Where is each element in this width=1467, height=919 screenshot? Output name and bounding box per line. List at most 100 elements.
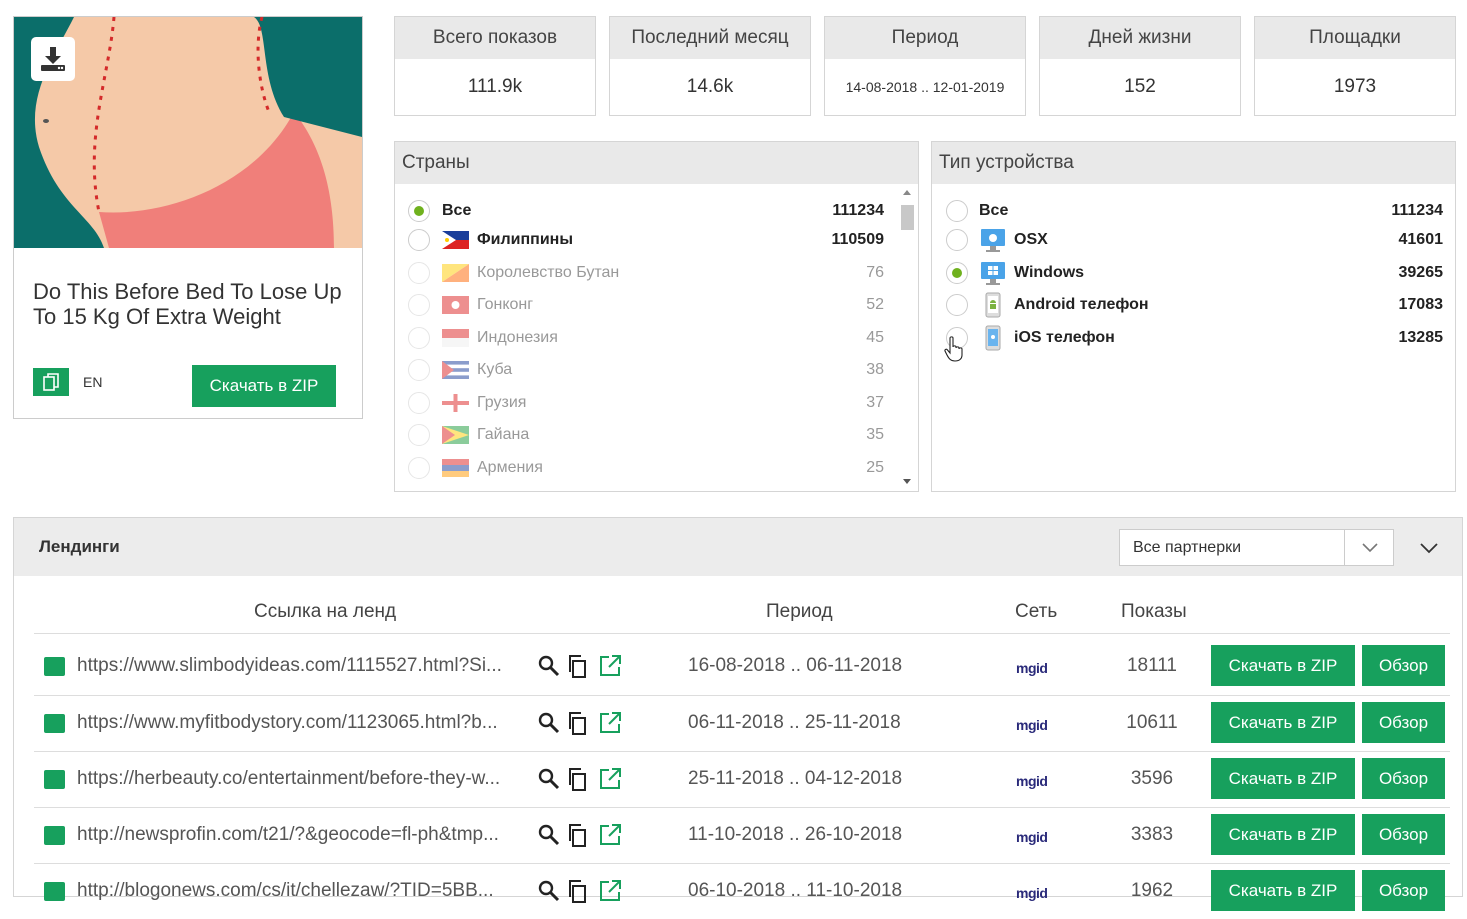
download-zip-button[interactable]: Скачать в ZIP xyxy=(1211,645,1355,686)
image-icon[interactable] xyxy=(44,770,65,789)
search-icon[interactable] xyxy=(537,823,561,847)
radio-button[interactable] xyxy=(946,229,968,251)
device-item-all[interactable]: Все 111234 xyxy=(932,197,1455,225)
radio-button[interactable] xyxy=(408,392,430,414)
review-button[interactable]: Обзор xyxy=(1362,645,1445,686)
country-item-bhutan[interactable]: Королевство Бутан 76 xyxy=(395,259,918,287)
country-count: 45 xyxy=(866,329,884,346)
country-count: 76 xyxy=(866,264,884,281)
countries-title: Страны xyxy=(395,142,918,184)
landing-url[interactable]: https://www.slimbodyideas.com/1115527.ht… xyxy=(77,655,532,677)
external-link-icon[interactable] xyxy=(598,879,622,903)
guyana-flag-icon xyxy=(442,426,469,444)
devices-title: Тип устройства xyxy=(932,142,1455,184)
country-label: Гонконг xyxy=(477,296,534,313)
ad-image[interactable] xyxy=(14,17,362,248)
radio-button[interactable] xyxy=(408,294,430,316)
download-zip-button[interactable]: Скачать в ZIP xyxy=(1211,758,1355,799)
country-count: 110509 xyxy=(831,231,884,248)
device-item-ios[interactable]: iOS телефон 13285 xyxy=(932,324,1455,352)
ad-card: Do This Before Bed To Lose Up To 15 Kg O… xyxy=(13,16,363,419)
radio-button[interactable] xyxy=(946,262,968,284)
copy-button[interactable] xyxy=(33,368,69,396)
country-item-guyana[interactable]: Гайана 35 xyxy=(395,421,918,449)
radio-button[interactable] xyxy=(408,457,430,479)
device-item-osx[interactable]: OSX 41601 xyxy=(932,226,1455,254)
search-icon[interactable] xyxy=(537,767,561,791)
device-item-windows[interactable]: Windows 39265 xyxy=(932,259,1455,287)
device-label: Windows xyxy=(1014,264,1085,281)
review-button[interactable]: Обзор xyxy=(1362,814,1445,855)
copy-icon[interactable] xyxy=(567,654,591,678)
country-item-cuba[interactable]: Куба 38 xyxy=(395,356,918,384)
landing-url[interactable]: http://newsprofin.com/t21/?&geocode=fl-p… xyxy=(77,824,532,846)
copy-icon[interactable] xyxy=(567,767,591,791)
country-item-armenia[interactable]: Армения 25 xyxy=(395,454,918,482)
table-row: http://blogonews.com/cs/it/chellezaw/?TI… xyxy=(34,863,1450,919)
search-icon[interactable] xyxy=(537,711,561,735)
image-icon[interactable] xyxy=(44,657,65,676)
country-item-georgia[interactable]: Грузия 37 xyxy=(395,389,918,417)
download-image-button[interactable] xyxy=(31,37,75,81)
country-label: Армения xyxy=(477,459,543,476)
stat-value: 152 xyxy=(1124,76,1156,97)
external-link-icon[interactable] xyxy=(598,711,622,735)
countries-scrollbar[interactable] xyxy=(898,187,916,487)
radio-button[interactable] xyxy=(408,229,430,251)
landing-period: 25-11-2018 .. 04-12-2018 xyxy=(688,768,903,789)
image-icon[interactable] xyxy=(44,714,65,733)
external-link-icon[interactable] xyxy=(598,767,622,791)
stat-last-month: Последний месяц 14.6k xyxy=(609,16,811,116)
stat-value: 14-08-2018 .. 12-01-2019 xyxy=(845,79,1005,95)
landing-url[interactable]: https://herbeauty.co/entertainment/befor… xyxy=(77,768,532,790)
table-row: http://newsprofin.com/t21/?&geocode=fl-p… xyxy=(34,807,1450,863)
copy-icon[interactable] xyxy=(567,711,591,735)
radio-button[interactable] xyxy=(408,262,430,284)
download-zip-button[interactable]: Скачать в ZIP xyxy=(1211,814,1355,855)
ad-title: Do This Before Bed To Lose Up To 15 Kg O… xyxy=(33,279,342,329)
country-item-all[interactable]: Все 111234 xyxy=(395,197,918,225)
device-item-android[interactable]: Android телефон 17083 xyxy=(932,291,1455,319)
landing-url[interactable]: https://www.myfitbodystory.com/1123065.h… xyxy=(77,712,532,734)
radio-button[interactable] xyxy=(408,327,430,349)
stat-period: Период 14-08-2018 .. 12-01-2019 xyxy=(824,16,1026,116)
search-icon[interactable] xyxy=(537,654,561,678)
cuba-flag-icon xyxy=(442,361,469,379)
landing-period: 06-10-2018 .. 11-10-2018 xyxy=(688,880,903,901)
radio-button[interactable] xyxy=(946,294,968,316)
country-item-philippines[interactable]: Филиппины 110509 xyxy=(395,226,918,254)
image-icon[interactable] xyxy=(44,826,65,845)
landings-panel: Лендинги Все партнерки Ссылка на ленд Пе… xyxy=(13,517,1463,911)
country-item-hongkong[interactable]: Гонконг 52 xyxy=(395,291,918,319)
country-count: 25 xyxy=(866,459,884,476)
radio-button[interactable] xyxy=(408,359,430,381)
review-button[interactable]: Обзор xyxy=(1362,870,1445,911)
country-label: Куба xyxy=(477,361,513,378)
language-label: EN xyxy=(83,374,103,390)
review-button[interactable]: Обзор xyxy=(1362,702,1445,743)
radio-button[interactable] xyxy=(408,424,430,446)
network-logo: mgid xyxy=(1016,829,1048,845)
windows-monitor-icon xyxy=(981,262,1005,285)
landing-url[interactable]: http://blogonews.com/cs/it/chellezaw/?TI… xyxy=(77,880,532,902)
stat-sites: Площадки 1973 xyxy=(1254,16,1456,116)
external-link-icon[interactable] xyxy=(598,654,622,678)
search-icon[interactable] xyxy=(537,879,561,903)
image-icon[interactable] xyxy=(44,882,65,901)
copy-icon[interactable] xyxy=(567,823,591,847)
copy-icon[interactable] xyxy=(567,879,591,903)
radio-button[interactable] xyxy=(408,200,430,222)
country-item-indonesia[interactable]: Индонезия 45 xyxy=(395,324,918,352)
device-label: iOS телефон xyxy=(1014,329,1115,346)
external-link-icon[interactable] xyxy=(598,823,622,847)
download-zip-button[interactable]: Скачать в ZIP xyxy=(192,365,336,407)
download-zip-button[interactable]: Скачать в ZIP xyxy=(1211,870,1355,911)
radio-button[interactable] xyxy=(946,200,968,222)
stat-label: Всего показов xyxy=(395,17,595,59)
partner-select-toggle[interactable] xyxy=(1344,529,1394,566)
download-zip-button[interactable]: Скачать в ZIP xyxy=(1211,702,1355,743)
review-button[interactable]: Обзор xyxy=(1362,758,1445,799)
stat-label: Площадки xyxy=(1255,17,1455,59)
collapse-panel-button[interactable] xyxy=(1417,538,1441,558)
stat-total-shows: Всего показов 111.9k xyxy=(394,16,596,116)
